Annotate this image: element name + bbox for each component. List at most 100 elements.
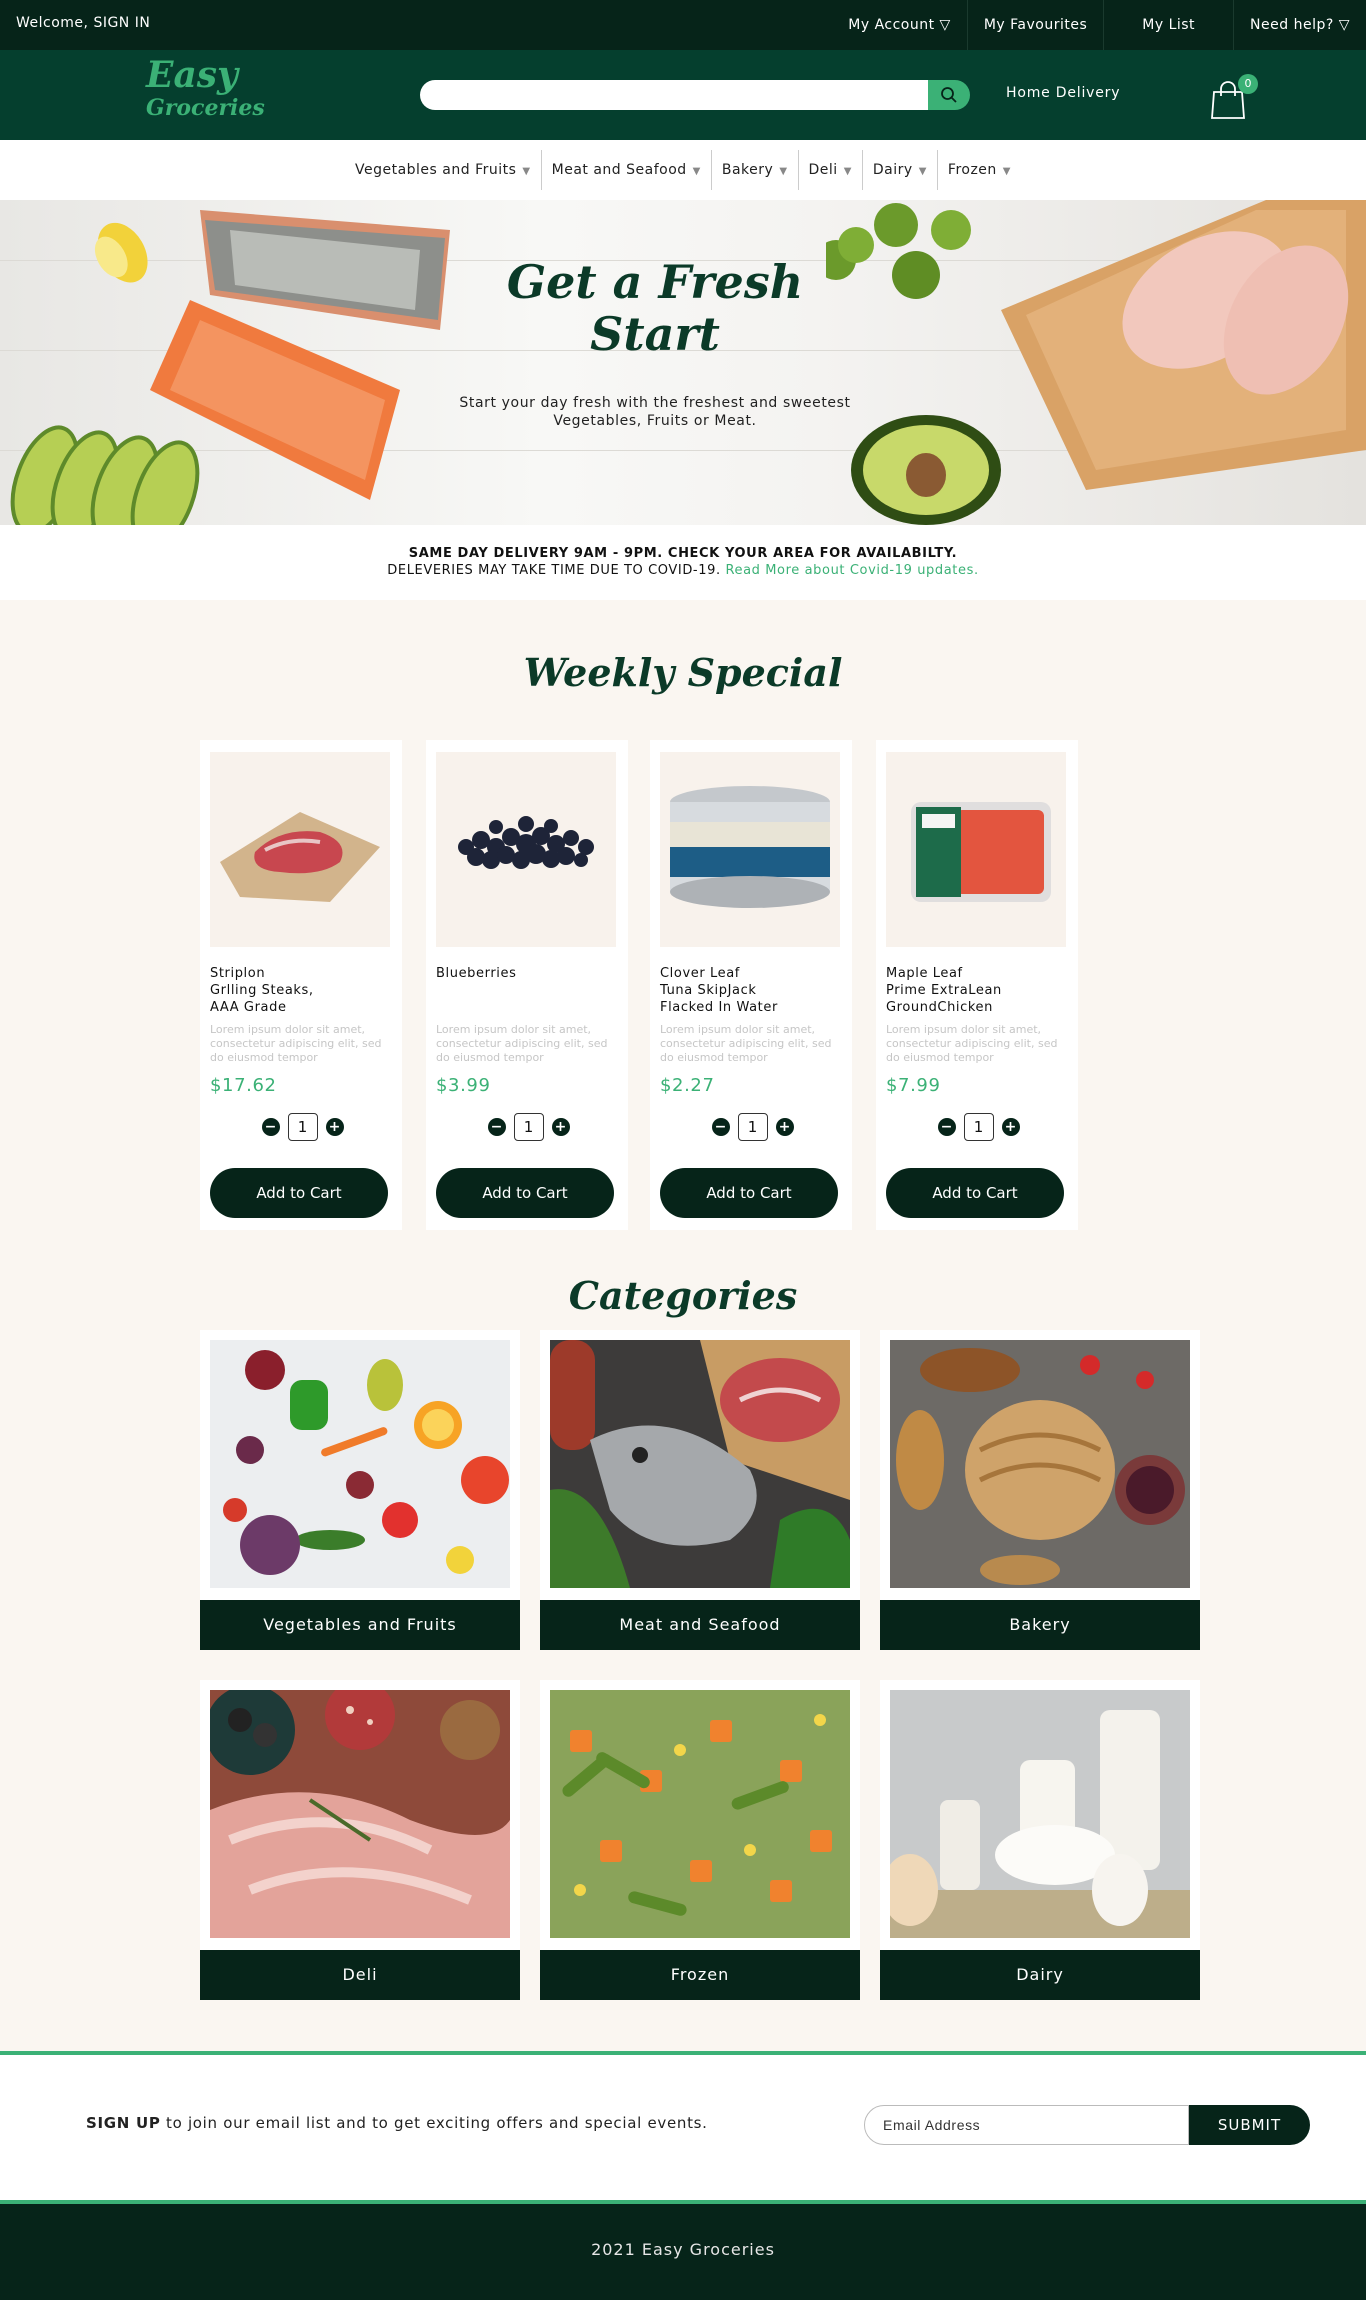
bakery-image xyxy=(890,1340,1190,1588)
category-label: Frozen xyxy=(540,1950,860,2000)
search-bar xyxy=(420,80,970,110)
deli-image xyxy=(210,1690,510,1938)
signup-bold: SIGN UP xyxy=(86,2114,161,2132)
nav-item-bakery[interactable]: Bakery ▼ xyxy=(710,150,798,190)
product-price: $7.99 xyxy=(886,1075,941,1096)
steak-image xyxy=(220,812,380,902)
product-name[interactable]: Striplon Grlling Steaks, AAA Grade xyxy=(210,965,395,1016)
category-tile-dairy[interactable]: Dairy xyxy=(880,1680,1200,2000)
logo[interactable]: Easy Groceries xyxy=(146,54,265,119)
caret-down-icon: ▼ xyxy=(1002,166,1011,177)
search-button[interactable] xyxy=(928,80,970,110)
minus-button[interactable]: − xyxy=(711,1118,730,1136)
minus-button[interactable]: − xyxy=(937,1118,956,1136)
nav-item-meat-and-seafood[interactable]: Meat and Seafood ▼ xyxy=(540,150,711,190)
search-icon xyxy=(941,87,957,103)
search-input[interactable] xyxy=(420,80,928,110)
product-image-tuna[interactable] xyxy=(660,752,840,947)
product-description: Lorem ipsum dolor sit amet, consectetur … xyxy=(886,1023,1058,1064)
email-field[interactable] xyxy=(864,2105,1189,2145)
minus-button[interactable]: − xyxy=(487,1118,506,1136)
hero-title-line-1: Get a Fresh xyxy=(506,255,804,309)
nav-item-frozen[interactable]: Frozen ▼ xyxy=(936,150,1021,190)
need-help-link[interactable]: Need help? ▽ xyxy=(1233,0,1366,50)
add-to-cart-button[interactable]: Add to Cart xyxy=(886,1168,1064,1218)
nav-label: Vegetables and Fruits xyxy=(354,162,517,178)
covid-updates-link[interactable]: Read More about Covid-19 updates. xyxy=(725,563,978,578)
footer: 2021 Easy Groceries xyxy=(0,2204,1366,2300)
hero-subtitle-line-1: Start your day fresh with the freshest a… xyxy=(459,395,851,411)
product-card: Striplon Grlling Steaks, AAA Grade Lorem… xyxy=(200,740,402,1230)
welcome-sign-in-link[interactable]: Welcome, SIGN IN xyxy=(16,15,150,31)
notice-line-2: DELEVERIES MAY TAKE TIME DUE TO COVID-19… xyxy=(387,563,721,578)
account-links: My Account ▽ My Favourites My List Need … xyxy=(832,0,1366,50)
nav-item-dairy[interactable]: Dairy ▼ xyxy=(861,150,937,190)
product-description: Lorem ipsum dolor sit amet, consectetur … xyxy=(660,1023,832,1064)
category-tile-bakery[interactable]: Bakery xyxy=(880,1330,1200,1650)
logo-line-1: Easy xyxy=(146,54,238,96)
caret-down-icon: ▼ xyxy=(843,166,852,177)
add-to-cart-button[interactable]: Add to Cart xyxy=(436,1168,614,1218)
site-header: Easy Groceries Home Delivery 0 xyxy=(0,50,1366,140)
quantity-value[interactable]: 1 xyxy=(287,1113,318,1141)
hero-food-image-right xyxy=(826,200,1366,525)
cart-count-badge: 0 xyxy=(1238,74,1258,94)
quantity-value[interactable]: 1 xyxy=(963,1113,994,1141)
newsletter-signup: SIGN UP to join our email list and to ge… xyxy=(0,2055,1366,2200)
nav-item-deli[interactable]: Deli ▼ xyxy=(797,150,862,190)
category-nav: Vegetables and Fruits ▼ Meat and Seafood ▼… xyxy=(0,140,1366,200)
categories-title: Categories xyxy=(568,1273,798,1318)
meat-seafood-image xyxy=(550,1340,850,1588)
nav-item-vegetables-and-fruits[interactable]: Vegetables and Fruits ▼ xyxy=(345,150,541,190)
hero-banner: Get a Fresh Start Start your day fresh w… xyxy=(0,200,1366,525)
my-account-link[interactable]: My Account ▽ xyxy=(832,0,967,50)
product-name[interactable]: Blueberries xyxy=(436,965,621,982)
nav-label: Dairy xyxy=(872,162,913,178)
nav-label: Meat and Seafood xyxy=(551,162,687,178)
top-bar: Welcome, SIGN IN My Account ▽ My Favouri… xyxy=(0,0,1366,50)
submit-button[interactable]: SUBMIT xyxy=(1189,2105,1310,2145)
product-description: Lorem ipsum dolor sit amet, consectetur … xyxy=(436,1023,608,1064)
footer-copyright: 2021 Easy Groceries xyxy=(591,2240,775,2259)
blueberries-image xyxy=(458,816,594,869)
caret-down-icon: ▼ xyxy=(692,166,701,177)
plus-button[interactable]: + xyxy=(551,1118,570,1136)
minus-button[interactable]: − xyxy=(261,1118,280,1136)
product-image-blueberries[interactable] xyxy=(436,752,616,947)
product-name[interactable]: Maple Leaf Prime ExtraLean GroundChicken xyxy=(886,965,1071,1016)
category-label: Meat and Seafood xyxy=(540,1600,860,1650)
hero-subtitle-line-2: Vegetables, Fruits or Meat. xyxy=(553,413,757,429)
plus-button[interactable]: + xyxy=(325,1118,344,1136)
category-tile-vegetables-and-fruits[interactable]: Vegetables and Fruits xyxy=(200,1330,520,1650)
product-price: $17.62 xyxy=(210,1075,277,1096)
plus-button[interactable]: + xyxy=(775,1118,794,1136)
signup-description: to join our email list and to get exciti… xyxy=(160,2114,708,2132)
category-tile-frozen[interactable]: Frozen xyxy=(540,1680,860,2000)
product-price: $3.99 xyxy=(436,1075,491,1096)
ground-chicken-pack-image xyxy=(911,802,1051,902)
add-to-cart-button[interactable]: Add to Cart xyxy=(210,1168,388,1218)
category-tile-meat-and-seafood[interactable]: Meat and Seafood xyxy=(540,1330,860,1650)
add-to-cart-button[interactable]: Add to Cart xyxy=(660,1168,838,1218)
category-label: Dairy xyxy=(880,1950,1200,2000)
product-name[interactable]: Clover Leaf Tuna SkipJack Flacked In Wat… xyxy=(660,965,845,1016)
product-image-steak[interactable] xyxy=(210,752,390,947)
quantity-value[interactable]: 1 xyxy=(737,1113,768,1141)
product-image-ground-chicken[interactable] xyxy=(886,752,1066,947)
plus-button[interactable]: + xyxy=(1001,1118,1020,1136)
product-card: Maple Leaf Prime ExtraLean GroundChicken… xyxy=(876,740,1078,1230)
quantity-stepper: − 1 + xyxy=(705,1112,800,1142)
vegetables-image xyxy=(210,1340,510,1588)
category-tile-deli[interactable]: Deli xyxy=(200,1680,520,2000)
hero-title: Get a Fresh Start xyxy=(480,256,830,360)
quantity-stepper: − 1 + xyxy=(255,1112,350,1142)
home-delivery-link[interactable]: Home Delivery xyxy=(1006,85,1120,101)
category-label: Bakery xyxy=(880,1600,1200,1650)
tuna-can-image xyxy=(670,786,830,908)
notice-line-1: SAME DAY DELIVERY 9AM - 9PM. CHECK YOUR … xyxy=(408,546,958,561)
my-list-link[interactable]: My List xyxy=(1103,0,1233,50)
caret-down-icon: ▼ xyxy=(918,166,927,177)
cart-button[interactable]: 0 xyxy=(1210,74,1258,122)
my-favourites-link[interactable]: My Favourites xyxy=(966,0,1103,50)
quantity-value[interactable]: 1 xyxy=(513,1113,544,1141)
